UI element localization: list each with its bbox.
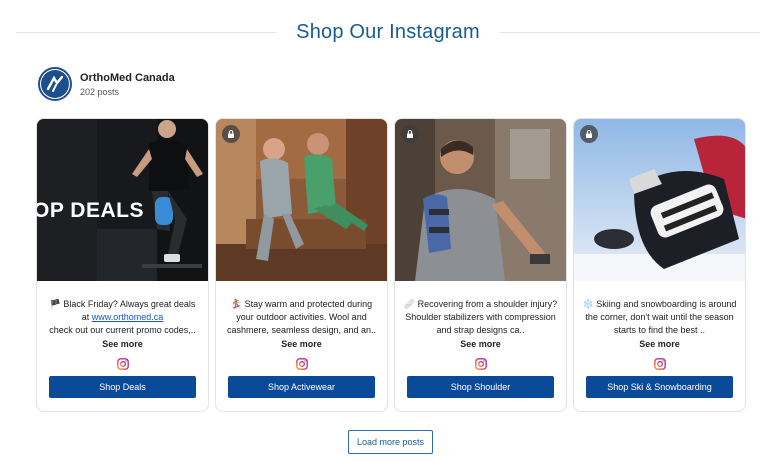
see-more-link[interactable]: See more [37,339,208,349]
instagram-icon[interactable] [653,358,666,370]
post-caption: 🩹 Recovering from a shoulder injury? Sho… [403,299,558,335]
page-title: Shop Our Instagram [296,20,480,43]
divider-right [499,31,761,33]
shop-shoulder-button[interactable]: Shop Shoulder [407,376,554,398]
see-more-link[interactable]: See more [216,339,387,349]
post-count: 202 posts [80,86,120,97]
shop-activewear-button[interactable]: Shop Activewear [228,376,375,398]
lock-icon [580,125,598,143]
post-image[interactable] [216,119,387,281]
shop-deals-button[interactable]: Shop Deals [49,376,196,398]
lock-icon [401,125,419,143]
post-image[interactable] [395,119,566,281]
promo-image-text: OP DEALS [37,199,144,222]
avatar[interactable] [38,67,72,101]
post-caption: 🏂 Stay warm and protected during your ou… [226,299,377,335]
load-more-button[interactable]: Load more posts [348,430,433,454]
post-image[interactable] [574,119,745,281]
profile-header[interactable]: OrthoMed Canada 202 posts [38,67,175,101]
post-card[interactable]: OP DEALS 🏴 Black Friday? Always great de… [36,118,209,412]
see-more-link[interactable]: See more [395,339,566,349]
instagram-icon[interactable] [474,358,487,370]
instagram-icon[interactable] [295,358,308,370]
website-link[interactable]: www.orthomed.ca [92,312,164,322]
profile-name[interactable]: OrthoMed Canada [80,72,175,84]
post-caption: ❄️ Skiing and snowboarding is around the… [582,299,737,335]
post-card[interactable]: 🩹 Recovering from a shoulder injury? Sho… [394,118,567,412]
section-header: Shop Our Instagram [16,18,761,46]
post-caption: 🏴 Black Friday? Always great deals at ww… [49,299,196,335]
post-image[interactable]: OP DEALS [37,119,208,281]
orthomed-logo-icon [41,70,69,98]
lock-icon [222,125,240,143]
shop-ski-snowboarding-button[interactable]: Shop Ski & Snowboarding [586,376,733,398]
divider-left [16,31,277,33]
instagram-icon[interactable] [116,358,129,370]
see-more-link[interactable]: See more [574,339,745,349]
post-card[interactable]: 🏂 Stay warm and protected during your ou… [215,118,388,412]
post-card[interactable]: ❄️ Skiing and snowboarding is around the… [573,118,746,412]
instagram-feed: OP DEALS 🏴 Black Friday? Always great de… [36,118,746,412]
